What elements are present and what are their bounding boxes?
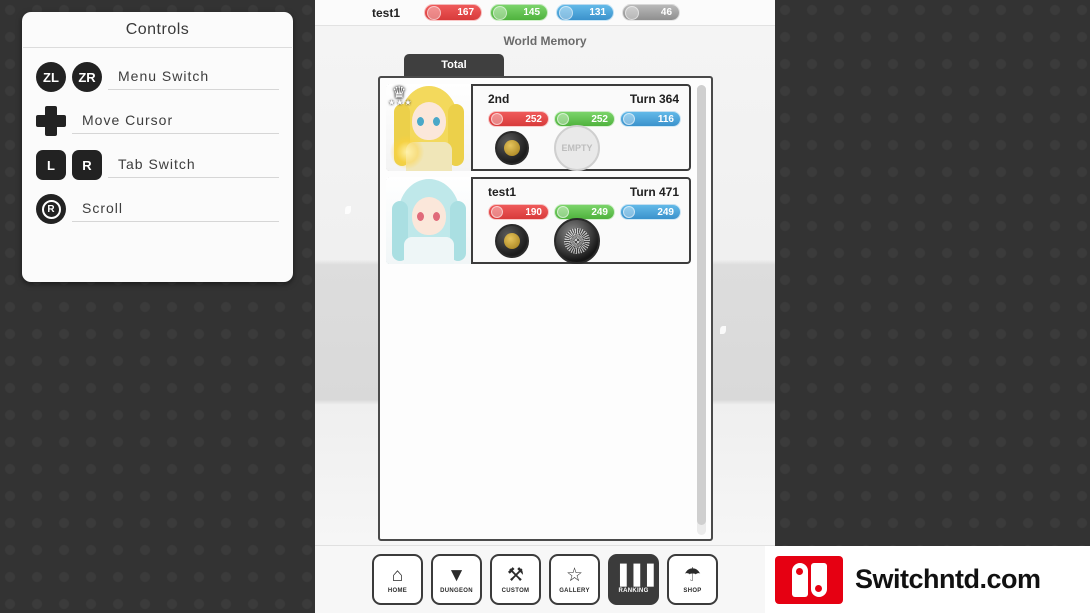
ranking-scrollbar-thumb[interactable] [697, 85, 706, 525]
nav-gallery[interactable]: ☆ GALLERY [549, 554, 600, 605]
ranking-row-2-info: test1 Turn 471 190 249 249 [478, 179, 687, 264]
control-row-tab-switch: L R Tab Switch [36, 150, 293, 180]
button-zr-icon: ZR [72, 62, 102, 92]
background-right [775, 0, 1090, 613]
medal-icon-2 [495, 224, 529, 258]
avatar-1: ♛ ★★★ [386, 84, 473, 171]
nav-shop[interactable]: ☂ SHOP [667, 554, 718, 605]
divider [23, 47, 292, 48]
nav-custom-label: CUSTOM [501, 587, 530, 594]
control-row-move-cursor: Move Cursor [36, 106, 293, 136]
rank-label-1: 2nd [488, 92, 510, 106]
glow-effect [390, 135, 424, 169]
medal-icon-1 [495, 131, 529, 165]
gray-resource-value: 46 [660, 7, 673, 18]
nav-custom[interactable]: ⚒ CUSTOM [490, 554, 541, 605]
red-resource-value: 167 [457, 7, 475, 18]
nav-home[interactable]: ⌂ HOME [372, 554, 423, 605]
control-row-menu-switch: ZL ZR Menu Switch [36, 62, 293, 92]
hp-icon [491, 113, 503, 125]
dpad-icon [36, 106, 66, 136]
character-art [386, 177, 471, 264]
button-rstick-icon: R [36, 194, 66, 224]
control-label-tab-switch: Tab Switch [108, 152, 279, 178]
rank-label-2: test1 [488, 185, 517, 199]
button-zl-icon: ZL [36, 62, 66, 92]
tab-total[interactable]: Total [404, 54, 504, 76]
control-label-move-cursor: Move Cursor [72, 108, 279, 134]
nav-ranking-label: RANKING [618, 587, 649, 594]
watermark-text: Switchntd.com [855, 564, 1041, 594]
green-resource-value: 145 [523, 7, 541, 18]
def-icon [623, 113, 635, 125]
petal-decoration [720, 326, 726, 334]
atk-icon [557, 113, 569, 125]
controls-panel: Controls ZL ZR Menu Switch Move Cursor L… [22, 12, 293, 282]
stat-atk-1: 252 [554, 111, 615, 127]
resource-blue: 131 [556, 4, 615, 21]
resource-green: 145 [490, 4, 549, 21]
dungeon-icon: ▼ [447, 564, 466, 586]
empty-slot-1: EMPTY [554, 125, 600, 171]
nav-dungeon[interactable]: ▼ DUNGEON [431, 554, 482, 605]
ranking-icon: ▐▐▐ [613, 564, 654, 586]
ranking-scrollbar[interactable] [697, 85, 706, 535]
nav-shop-label: SHOP [683, 587, 702, 594]
button-l-icon: L [36, 150, 66, 180]
nav-gallery-label: GALLERY [559, 587, 590, 594]
def-icon [623, 206, 635, 218]
petal-decoration [345, 206, 351, 214]
resource-group: 167 145 131 46 [416, 4, 681, 21]
resource-red: 167 [424, 4, 483, 21]
turn-label-2: Turn 471 [629, 185, 679, 199]
page-title: World Memory [503, 34, 587, 48]
ranking-row-1-info: 2nd Turn 364 252 252 116 EMPTY [478, 86, 687, 171]
blue-resource-value: 131 [589, 7, 607, 18]
blue-resource-icon [559, 5, 574, 20]
nav-ranking[interactable]: ▐▐▐ RANKING [608, 554, 659, 605]
ranking-row-1[interactable]: ♛ ★★★ 2nd Turn 364 252 252 116 EMPTY [386, 84, 691, 171]
ranking-row-2[interactable]: test1 Turn 471 190 249 249 [386, 177, 691, 264]
stat-hp-1: 252 [488, 111, 549, 127]
green-resource-icon [493, 5, 508, 20]
gallery-icon: ☆ [565, 564, 584, 586]
resource-gray: 46 [622, 4, 681, 21]
game-content: World Memory Total ♛ ★★★ 2nd Turn 364 25… [315, 26, 775, 545]
atk-icon [557, 206, 569, 218]
avatar-2 [386, 177, 473, 264]
controls-title: Controls [125, 21, 190, 38]
stat-atk-2: 249 [554, 204, 615, 220]
sphere-icon-2 [554, 218, 600, 264]
button-r-icon: R [72, 150, 102, 180]
stat-hp-2: 190 [488, 204, 549, 220]
gray-resource-icon [625, 5, 640, 20]
star-rating-1: ★★★ [388, 98, 413, 107]
player-name: test1 [372, 5, 401, 20]
hp-icon [491, 206, 503, 218]
red-resource-icon [427, 5, 442, 20]
game-viewport: test1 167 145 131 46 World Memory Total … [315, 0, 775, 613]
watermark: Switchntd.com [765, 546, 1090, 613]
custom-icon: ⚒ [506, 564, 525, 586]
nav-home-label: HOME [387, 587, 408, 594]
control-label-menu-switch: Menu Switch [108, 64, 279, 90]
switch-logo-icon [775, 555, 843, 604]
nav-dungeon-label: DUNGEON [440, 587, 473, 594]
shop-icon: ☂ [683, 564, 702, 586]
stat-def-2: 249 [620, 204, 681, 220]
turn-label-1: Turn 364 [629, 92, 679, 106]
bottom-navigation: ⌂ HOME ▼ DUNGEON ⚒ CUSTOM ☆ GALLERY ▐▐▐ … [315, 545, 775, 613]
control-label-scroll: Scroll [72, 196, 279, 222]
ranking-window: ♛ ★★★ 2nd Turn 364 252 252 116 EMPTY tes… [378, 76, 713, 541]
stat-def-1: 116 [620, 111, 681, 127]
home-icon: ⌂ [391, 564, 404, 586]
game-status-bar: test1 167 145 131 46 [315, 0, 775, 26]
control-row-scroll: R Scroll [36, 194, 293, 224]
